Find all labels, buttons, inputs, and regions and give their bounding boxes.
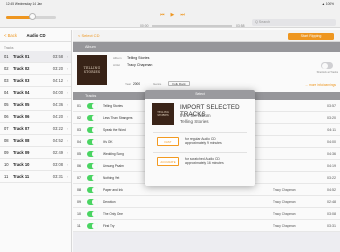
dialog-from-label: from the album bbox=[180, 113, 211, 118]
dialog-divider bbox=[153, 132, 247, 133]
fast-import-desc-line2: approximately 9 minutes bbox=[185, 141, 222, 146]
accurate-import-description: for scratched Audio CD approximately 16 … bbox=[185, 157, 224, 166]
dialog-divider bbox=[153, 152, 247, 153]
dialog-album-name: Telling Stories bbox=[180, 119, 209, 124]
dialog-album-art: TELLING STORIES bbox=[152, 103, 174, 125]
accurate-import-button[interactable]: ACCURATE bbox=[157, 157, 179, 166]
fast-import-description: for regular Audio CD approximately 9 min… bbox=[185, 137, 222, 146]
import-dialog: Select TELLING STORIES IMPORT SELECTED T… bbox=[145, 90, 255, 186]
fast-import-button[interactable]: FAST bbox=[157, 137, 179, 146]
dialog-title: Select bbox=[145, 90, 255, 99]
accurate-import-desc-line2: approximately 16 minutes bbox=[185, 161, 224, 166]
